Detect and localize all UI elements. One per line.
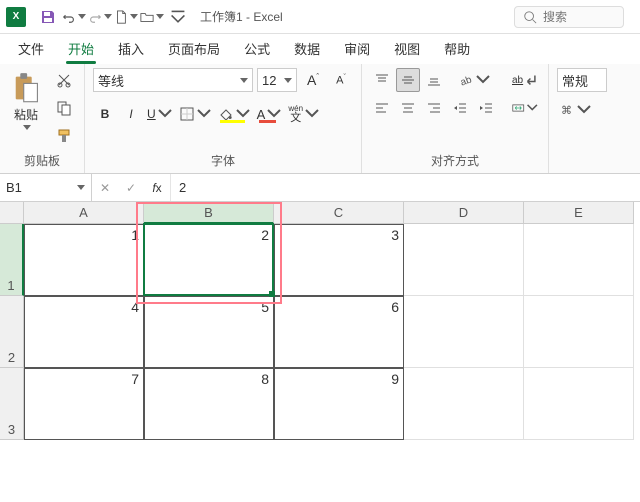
- alignment-group-label: 对齐方式: [370, 150, 540, 171]
- tab-开始[interactable]: 开始: [56, 33, 106, 64]
- clipboard-group: 粘贴 剪贴板: [0, 64, 85, 173]
- tab-数据[interactable]: 数据: [282, 33, 332, 64]
- align-left-button[interactable]: [370, 96, 394, 120]
- column-header-C[interactable]: C: [274, 202, 404, 224]
- tab-视图[interactable]: 视图: [382, 33, 432, 64]
- font-name-select[interactable]: 等线: [93, 68, 253, 92]
- font-group: 等线 12 Aˆ Aˇ B I U A wén文 字体: [85, 64, 362, 173]
- accounting-format-button[interactable]: ⌘: [557, 98, 594, 122]
- merge-center-button[interactable]: [510, 96, 540, 120]
- redo-button[interactable]: [88, 5, 112, 29]
- cell-E1[interactable]: [524, 224, 634, 296]
- cell-E3[interactable]: [524, 368, 634, 440]
- undo-button[interactable]: [62, 5, 86, 29]
- document-title: 工作簿1 - Excel: [200, 8, 283, 25]
- copy-button[interactable]: [52, 96, 76, 120]
- align-center-button[interactable]: [396, 96, 420, 120]
- open-file-button[interactable]: [140, 5, 164, 29]
- decrease-font-button[interactable]: Aˇ: [329, 68, 353, 92]
- cell-C1[interactable]: 3: [274, 224, 404, 296]
- font-color-button[interactable]: A: [255, 102, 285, 126]
- column-header-E[interactable]: E: [524, 202, 634, 224]
- select-all-corner[interactable]: [0, 202, 24, 224]
- cell-B2[interactable]: 5: [144, 296, 274, 368]
- cell-A1[interactable]: 1: [24, 224, 144, 296]
- font-group-label: 字体: [93, 150, 353, 171]
- qat-customize-button[interactable]: [166, 5, 190, 29]
- align-right-button[interactable]: [422, 96, 446, 120]
- confirm-edit-button[interactable]: ✓: [118, 181, 144, 195]
- decrease-indent-button[interactable]: [448, 96, 472, 120]
- cut-button[interactable]: [52, 68, 76, 92]
- svg-text:⌘: ⌘: [561, 105, 572, 117]
- cancel-edit-button[interactable]: ✕: [92, 181, 118, 195]
- align-middle-button[interactable]: [396, 68, 420, 92]
- row-header-2[interactable]: 2: [0, 296, 24, 368]
- cell-B3[interactable]: 8: [144, 368, 274, 440]
- search-box[interactable]: [514, 6, 624, 28]
- row-header-1[interactable]: 1: [0, 224, 24, 296]
- ribbon-tabs: 文件开始插入页面布局公式数据审阅视图帮助: [0, 34, 640, 64]
- italic-button[interactable]: I: [119, 102, 143, 126]
- cell-A3[interactable]: 7: [24, 368, 144, 440]
- column-header-D[interactable]: D: [404, 202, 524, 224]
- cell-A2[interactable]: 4: [24, 296, 144, 368]
- underline-button[interactable]: U: [145, 102, 175, 126]
- tab-插入[interactable]: 插入: [106, 33, 156, 64]
- worksheet-grid[interactable]: ABCDE112324563789: [0, 202, 640, 440]
- orientation-button[interactable]: ab: [456, 68, 493, 92]
- clipboard-group-label: 剪贴板: [8, 150, 76, 171]
- cell-B1[interactable]: 2: [144, 224, 274, 296]
- phonetic-guide-button[interactable]: wén文: [286, 102, 322, 126]
- increase-indent-button[interactable]: [474, 96, 498, 120]
- name-box[interactable]: B1: [0, 174, 92, 201]
- tab-公式[interactable]: 公式: [232, 33, 282, 64]
- ribbon: 粘贴 剪贴板 等线 12 Aˆ Aˇ B I U: [0, 64, 640, 174]
- cell-D2[interactable]: [404, 296, 524, 368]
- search-input[interactable]: [543, 10, 613, 24]
- format-painter-button[interactable]: [52, 124, 76, 148]
- tab-审阅[interactable]: 审阅: [332, 33, 382, 64]
- title-bar: X 工作簿1 - Excel: [0, 0, 640, 34]
- cell-C3[interactable]: 9: [274, 368, 404, 440]
- tab-文件[interactable]: 文件: [6, 33, 56, 64]
- increase-font-button[interactable]: Aˆ: [301, 68, 325, 92]
- borders-button[interactable]: [177, 102, 214, 126]
- number-group: 常规 ⌘: [549, 64, 615, 173]
- search-icon: [523, 10, 537, 24]
- quick-access-toolbar: [36, 5, 190, 29]
- cell-C2[interactable]: 6: [274, 296, 404, 368]
- alignment-group: ab ab 对齐方式: [362, 64, 549, 173]
- row-header-3[interactable]: 3: [0, 368, 24, 440]
- formula-bar: B1 ✕ ✓ fx 2: [0, 174, 640, 202]
- paste-label: 粘贴: [14, 106, 38, 123]
- fx-button[interactable]: fx: [144, 181, 170, 195]
- font-size-select[interactable]: 12: [257, 68, 297, 92]
- bold-button[interactable]: B: [93, 102, 117, 126]
- align-top-button[interactable]: [370, 68, 394, 92]
- tab-页面布局[interactable]: 页面布局: [156, 33, 232, 64]
- cell-E2[interactable]: [524, 296, 634, 368]
- new-file-button[interactable]: [114, 5, 138, 29]
- column-header-B[interactable]: B: [144, 202, 274, 224]
- number-format-select[interactable]: 常规: [557, 68, 607, 92]
- wrap-text-button[interactable]: ab: [510, 68, 540, 92]
- tab-帮助[interactable]: 帮助: [432, 33, 482, 64]
- formula-input[interactable]: 2: [171, 174, 640, 201]
- svg-text:ab: ab: [459, 74, 474, 88]
- save-button[interactable]: [36, 5, 60, 29]
- cell-D3[interactable]: [404, 368, 524, 440]
- column-header-A[interactable]: A: [24, 202, 144, 224]
- excel-app-icon: X: [6, 7, 26, 27]
- paste-button[interactable]: 粘贴: [8, 68, 44, 134]
- fill-color-button[interactable]: [216, 102, 253, 126]
- align-bottom-button[interactable]: [422, 68, 446, 92]
- cell-D1[interactable]: [404, 224, 524, 296]
